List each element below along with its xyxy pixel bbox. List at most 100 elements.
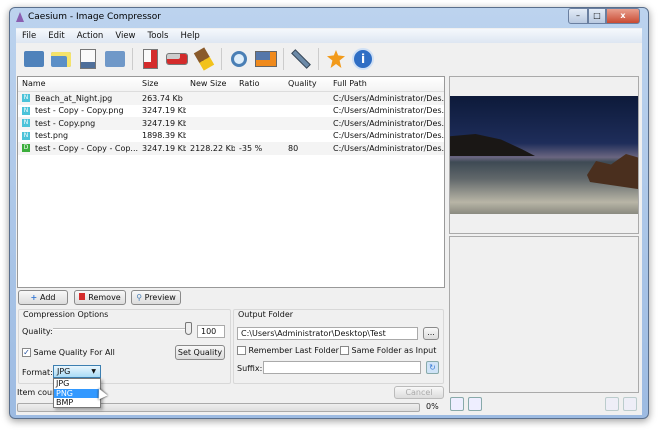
cell-text: C:/Users/Administrator/Des... <box>333 93 444 103</box>
quality-label: Quality: <box>22 327 53 336</box>
minimize-button[interactable]: – <box>568 8 588 24</box>
cell-text: 263.74 Kb <box>142 93 183 103</box>
cell-text: test.png <box>35 131 69 141</box>
progress-percent: 0% <box>426 402 439 411</box>
menu-help[interactable]: Help <box>174 29 205 43</box>
list-rows: N Beach_at_Night.jpg 263.74 Kb C:/Users/Adm… <box>18 92 444 155</box>
remove-icon <box>79 293 86 300</box>
remove-button[interactable]: Remove <box>74 290 126 305</box>
file-status-icon: N <box>22 131 30 140</box>
table-row[interactable]: Ntest - Copy - Copy.png 3247.19 Kb C:/User… <box>18 105 444 118</box>
format-dropdown: JPG PNG BMP <box>53 378 101 408</box>
original-preview-panel <box>449 76 639 234</box>
compress-icon[interactable] <box>254 47 278 71</box>
quality-slider-handle[interactable] <box>185 322 192 335</box>
file-status-icon: N <box>22 94 30 103</box>
table-row[interactable]: Ntest.png 1898.39 Kb C:/Users/Administrato… <box>18 130 444 143</box>
file-status-icon: N <box>22 106 30 115</box>
format-option-jpg[interactable]: JPG <box>54 379 100 389</box>
quality-slider[interactable] <box>53 328 190 330</box>
add-label: Add <box>40 293 56 302</box>
cell-name: Ntest.png <box>18 129 138 142</box>
table-row[interactable]: Dtest - Copy - Copy - Cop... 3247.19 Kb 21… <box>18 142 444 155</box>
table-row[interactable]: N Beach_at_Night.jpg 263.74 Kb C:/Users/Adm… <box>18 92 444 105</box>
cell-path: C:/Users/Administrator/Des... <box>329 104 444 117</box>
same-quality-label: Same Quality For All <box>33 348 115 357</box>
format-label: Format: <box>22 368 53 377</box>
preview-image <box>450 96 638 214</box>
col-size[interactable]: Size <box>138 77 186 91</box>
cell-ratio: -35 % <box>235 142 284 155</box>
quality-spinbox[interactable]: 100 <box>197 325 225 338</box>
zoom-out-icon[interactable] <box>623 397 637 411</box>
menu-file[interactable]: File <box>16 29 42 43</box>
cell-name: N Beach_at_Night.jpg <box>18 92 138 105</box>
close-button[interactable]: x <box>606 8 640 24</box>
format-option-bmp[interactable]: BMP <box>54 398 100 408</box>
same-folder-label: Same Folder as Input <box>351 346 437 355</box>
compression-options-title: Compression Options <box>23 310 109 319</box>
set-quality-button[interactable]: Set Quality <box>175 345 225 360</box>
suffix-input[interactable] <box>263 361 421 374</box>
magnifier-icon: ⚲ <box>136 293 145 302</box>
zoom-in-icon[interactable] <box>605 397 619 411</box>
menu-action[interactable]: Action <box>71 29 110 43</box>
preview-button[interactable]: ⚲ Preview <box>131 290 181 305</box>
file-list[interactable]: Name Size New Size Ratio Quality Full Pa… <box>17 76 445 288</box>
col-new-size[interactable]: New Size <box>186 77 235 91</box>
browse-button[interactable]: ... <box>423 327 439 340</box>
fit-view-icon[interactable] <box>450 397 464 411</box>
menu-view[interactable]: View <box>109 29 141 43</box>
cell-text: 3247.19 Kb <box>142 118 186 128</box>
fullscreen-icon[interactable] <box>468 397 482 411</box>
format-select[interactable]: JPG ▼ <box>53 365 101 378</box>
table-row[interactable]: Ntest - Copy.png 3247.19 Kb C:/Users/Admin… <box>18 117 444 130</box>
cell-text: C:/Users/Administrator/Des... <box>333 106 444 116</box>
cell-name: Ntest - Copy - Copy.png <box>18 104 138 117</box>
cell-text: 2128.22 Kb <box>190 143 235 153</box>
col-name[interactable]: Name <box>18 77 138 91</box>
cell-text: test - Copy - Copy - Cop... <box>35 143 138 153</box>
menu-edit[interactable]: Edit <box>42 29 70 43</box>
cell-size: 3247.19 Kb <box>138 104 186 117</box>
remove-item-icon[interactable] <box>138 47 162 71</box>
remember-folder-checkbox[interactable]: Remember Last Folder <box>237 346 339 355</box>
menu-tools[interactable]: Tools <box>142 29 175 43</box>
cancel-button[interactable]: Cancel <box>394 386 444 399</box>
cell-path: C:/Users/Administrator/Des... <box>329 142 444 155</box>
file-status-icon: N <box>22 119 30 128</box>
output-folder-title: Output Folder <box>238 310 294 319</box>
col-quality[interactable]: Quality <box>284 77 329 91</box>
clean-icon[interactable] <box>192 47 216 71</box>
same-folder-checkbox[interactable]: Same Folder as Input <box>340 346 436 355</box>
cell-size: 3247.19 Kb <box>138 142 186 155</box>
settings-icon[interactable] <box>289 47 313 71</box>
list-header: Name Size New Size Ratio Quality Full Pa… <box>18 77 444 92</box>
update-icon[interactable] <box>324 47 348 71</box>
cell-text: C:/Users/Administrator/Des... <box>333 131 444 141</box>
import-list-icon[interactable] <box>103 47 127 71</box>
output-path-input[interactable]: C:\Users\Administrator\Desktop\Test <box>237 327 418 340</box>
cell-text: 80 <box>288 143 299 153</box>
maximize-button[interactable]: □ <box>588 8 606 24</box>
reset-suffix-icon[interactable]: ↻ <box>426 361 439 374</box>
open-folder-icon[interactable] <box>49 47 73 71</box>
cell-size: 263.74 Kb <box>138 92 186 105</box>
clear-list-icon[interactable] <box>165 47 189 71</box>
compressed-preview-panel <box>449 236 639 393</box>
cell-text: 3247.19 Kb <box>142 143 186 153</box>
menu-bar: File Edit Action View Tools Help <box>16 29 642 43</box>
add-button[interactable]: + Add <box>18 290 68 305</box>
format-value: JPG <box>57 367 71 376</box>
col-ratio[interactable]: Ratio <box>235 77 284 91</box>
cell-name: Dtest - Copy - Copy - Cop... <box>18 142 138 155</box>
col-full-path[interactable]: Full Path <box>329 77 444 91</box>
preview-icon[interactable] <box>227 47 251 71</box>
same-quality-checkbox[interactable]: ✓ Same Quality For All <box>22 348 115 357</box>
open-files-icon[interactable] <box>22 47 46 71</box>
cell-text: C:/Users/Administrator/Des... <box>333 118 444 128</box>
cell-text: test - Copy - Copy.png <box>35 106 124 116</box>
about-icon[interactable]: i <box>351 47 375 71</box>
cell-name: Ntest - Copy.png <box>18 117 138 130</box>
save-list-icon[interactable] <box>76 47 100 71</box>
